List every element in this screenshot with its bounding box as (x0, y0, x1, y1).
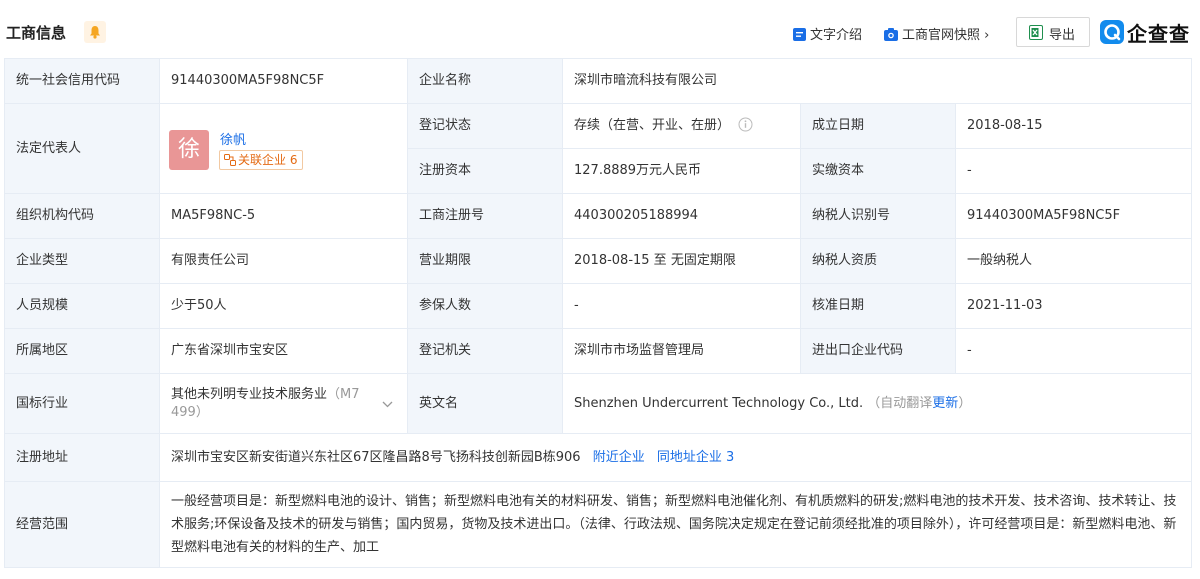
table-row: 所属地区 广东省深圳市宝安区 登记机关 深圳市市场监督管理局 进出口企业代码 - (4, 328, 1192, 374)
industry-code-a: （M7 (327, 386, 360, 402)
biz-reg-no-label: 工商注册号 (407, 193, 563, 239)
scope-text: 一般经营项目是：新型燃料电池的设计、销售；新型燃料电池有关的材料研发、销售；新型… (171, 494, 1177, 555)
table-row: 组织机构代码 MA5F98NC-5 工商注册号 440300205188994 … (4, 193, 1192, 239)
official-snapshot-label: 工商官网快照 (902, 28, 981, 43)
address-value: 深圳市宝安区新安街道兴东社区67区隆昌路8号飞扬科技创新园B栋906 附近企业 … (159, 433, 1192, 482)
subscribe-bell-button[interactable] (84, 21, 106, 43)
region-value: 广东省深圳市宝安区 (159, 328, 408, 374)
region-label: 所属地区 (4, 328, 160, 374)
credit-code-label: 统一社会信用代码 (4, 58, 160, 104)
biz-term-label: 营业期限 (407, 238, 563, 284)
brand-name: 企查查 (1127, 22, 1190, 46)
approval-date-label: 核准日期 (800, 283, 956, 329)
biz-term-value: 2018-08-15 至 无固定期限 (562, 238, 801, 284)
address-label: 注册地址 (4, 433, 160, 482)
reg-status-text: 存续（在营、开业、在册） (574, 118, 731, 133)
biz-reg-no-value: 440300205188994 (562, 193, 801, 239)
table-row: 人员规模 少于50人 参保人数 - 核准日期 2021-11-03 (4, 283, 1192, 329)
company-type-label: 企业类型 (4, 238, 160, 284)
avatar[interactable]: 徐 (169, 130, 209, 170)
scope-value: 一般经营项目是：新型燃料电池的设计、销售；新型燃料电池有关的材料研发、销售；新型… (159, 481, 1192, 568)
update-link[interactable]: 更新 (932, 396, 958, 411)
paid-capital-value: - (955, 148, 1192, 194)
text-intro-link[interactable]: 文字介绍 (793, 24, 862, 43)
import-export-label: 进出口企业代码 (800, 328, 956, 374)
taxpayer-id-value: 91440300MA5F98NC5F (955, 193, 1192, 239)
table-row: 国标行业 其他未列明专业技术服务业（M7 499） 英文名 Shenzhen U… (4, 373, 1192, 434)
legal-rep-label: 法定代表人 (4, 103, 160, 194)
reg-capital-label: 注册资本 (407, 148, 563, 194)
section-header: 工商信息 文字介绍 工商官网快照 › 导出 企查查 (0, 0, 1200, 62)
founded-value: 2018-08-15 (955, 103, 1192, 149)
related-count: 6 (289, 153, 298, 167)
company-type-value: 有限责任公司 (159, 238, 408, 284)
reg-status-value: 存续（在营、开业、在册） (562, 103, 801, 149)
section-title: 工商信息 (6, 24, 67, 42)
excel-icon (1029, 25, 1043, 40)
table-row: 企业类型 有限责任公司 营业期限 2018-08-15 至 无固定期限 纳税人资… (4, 238, 1192, 284)
authority-label: 登记机关 (407, 328, 563, 374)
insured-label: 参保人数 (407, 283, 563, 329)
auto-translate-end: ） (958, 395, 972, 411)
insured-value: - (562, 283, 801, 329)
address-text: 深圳市宝安区新安街道兴东社区67区隆昌路8号飞扬科技创新园B栋906 (171, 449, 581, 465)
industry-label: 国标行业 (4, 373, 160, 434)
related-label: 关联企业 (238, 153, 287, 167)
auto-translate-note: （自动翻译 (867, 395, 933, 411)
staff-value: 少于50人 (159, 283, 408, 329)
import-export-value: - (955, 328, 1192, 374)
industry-code-b: 499） (171, 404, 209, 420)
export-button[interactable]: 导出 (1016, 17, 1090, 47)
industry-value[interactable]: 其他未列明专业技术服务业（M7 499） (159, 373, 408, 434)
paid-capital-label: 实缴资本 (800, 148, 956, 194)
taxpayer-qual-value: 一般纳税人 (955, 238, 1192, 284)
industry-text: 其他未列明专业技术服务业 (171, 386, 328, 402)
same-address-count: 3 (726, 449, 735, 465)
staff-label: 人员规模 (4, 283, 160, 329)
legal-rep-name-link[interactable]: 徐帆 (220, 129, 246, 148)
bell-icon (90, 26, 100, 39)
info-icon[interactable] (738, 117, 753, 132)
export-label: 导出 (1049, 28, 1076, 43)
company-name-value: 深圳市暗流科技有限公司 (562, 58, 1192, 104)
nearby-companies-link[interactable]: 附近企业 (593, 450, 645, 465)
qcc-logo-icon (1100, 20, 1124, 44)
table-row: 注册地址 深圳市宝安区新安街道兴东社区67区隆昌路8号飞扬科技创新园B栋906 … (4, 433, 1192, 482)
related-companies-badge[interactable]: 关联企业 6 (219, 150, 304, 170)
authority-value: 深圳市市场监督管理局 (562, 328, 801, 374)
same-address-link[interactable]: 同地址企业 3 (657, 450, 734, 465)
org-code-value: MA5F98NC-5 (159, 193, 408, 239)
scope-label: 经营范围 (4, 481, 160, 568)
reg-status-label: 登记状态 (407, 103, 563, 149)
founded-label: 成立日期 (800, 103, 956, 149)
link-icon (224, 154, 236, 166)
org-code-label: 组织机构代码 (4, 193, 160, 239)
text-intro-label: 文字介绍 (810, 28, 863, 43)
english-name-text: Shenzhen Undercurrent Technology Co., Lt… (574, 395, 864, 411)
official-snapshot-link[interactable]: 工商官网快照 › (884, 24, 989, 43)
chevron-right-icon: › (984, 28, 990, 43)
table-row: 经营范围 一般经营项目是：新型燃料电池的设计、销售；新型燃料电池有关的材料研发、… (4, 481, 1192, 568)
reg-capital-value: 127.8889万元人民币 (562, 148, 801, 194)
same-address-label: 同地址企业 (656, 449, 722, 465)
english-name-label: 英文名 (407, 373, 563, 434)
document-icon (793, 28, 806, 41)
camera-icon (884, 28, 898, 41)
credit-code-value: 91440300MA5F98NC5F (159, 58, 408, 104)
company-name-label: 企业名称 (407, 58, 563, 104)
table-row: 统一社会信用代码 91440300MA5F98NC5F 企业名称 深圳市暗流科技… (4, 58, 1192, 104)
taxpayer-qual-label: 纳税人资质 (800, 238, 956, 284)
approval-date-value: 2021-11-03 (955, 283, 1192, 329)
taxpayer-id-label: 纳税人识别号 (800, 193, 956, 239)
english-name-value: Shenzhen Undercurrent Technology Co., Lt… (562, 373, 1192, 434)
chevron-down-icon[interactable] (382, 401, 393, 408)
